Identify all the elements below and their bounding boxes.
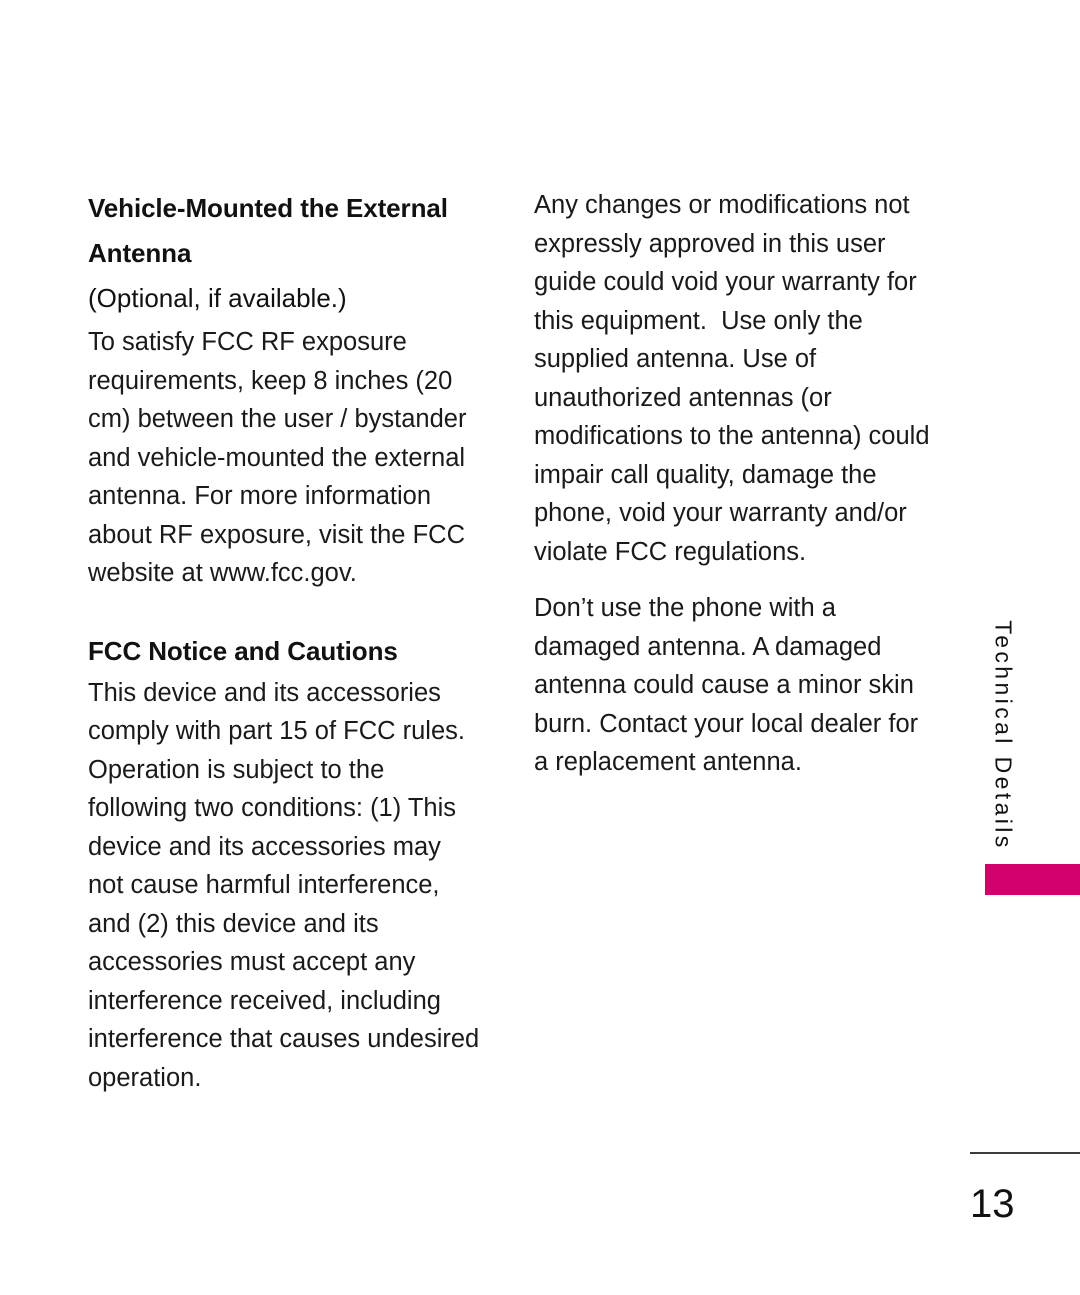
page-number: 13: [970, 1182, 1015, 1226]
paragraph-damaged-antenna-warning: Don’t use the phone with a damaged anten…: [534, 594, 926, 776]
right-text-column: Any changes or modifications not express…: [534, 186, 934, 782]
paragraph-rf-exposure-requirements: To satisfy FCC RF exposure requirements,…: [88, 328, 474, 587]
document-page: Vehicle-Mounted the External Antenna (Op…: [0, 0, 1080, 1295]
footer-divider-rule: [970, 1152, 1080, 1154]
heading-vehicle-mounted-external-antenna: Vehicle-Mounted the External Antenna: [88, 193, 448, 268]
paragraph-unauthorized-modifications: Any changes or modifications not express…: [534, 191, 937, 566]
side-tab-label: Technical Details: [990, 620, 1017, 851]
heading-fcc-notice-and-cautions: FCC Notice and Cautions: [88, 635, 398, 666]
left-text-column: Vehicle-Mounted the External Antenna (Op…: [88, 186, 480, 1097]
paragraph-fcc-part-15-conditions: This device and its accessories comply w…: [88, 678, 487, 1092]
side-tab-technical-details: Technical Details: [955, 617, 1051, 857]
section-heading-block: Vehicle-Mounted the External Antenna (Op…: [88, 186, 480, 321]
subheading-optional-if-available: (Optional, if available.): [88, 283, 347, 313]
side-tab-accent-bar: [985, 864, 1080, 895]
